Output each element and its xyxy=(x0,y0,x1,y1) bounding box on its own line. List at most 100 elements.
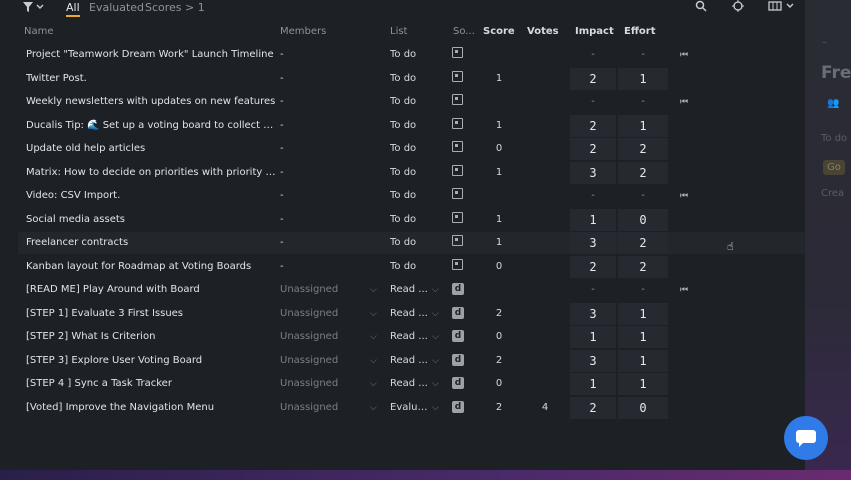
col-votes[interactable]: Votes xyxy=(527,26,559,37)
row-members[interactable]: Unassigned xyxy=(280,279,380,301)
row-list[interactable]: To do xyxy=(390,232,430,254)
row-effort[interactable]: - xyxy=(618,44,668,66)
table-row[interactable]: Project "Teamwork Dream Work" Launch Tim… xyxy=(18,44,805,66)
crosshair-icon[interactable] xyxy=(732,0,744,15)
row-list[interactable]: To do xyxy=(390,68,430,90)
row-effort[interactable]: 1 xyxy=(618,373,668,395)
chat-icon[interactable] xyxy=(784,416,828,460)
row-list[interactable]: Read ... xyxy=(390,373,430,395)
search-icon[interactable] xyxy=(695,0,707,15)
row-name[interactable]: [STEP 1] Evaluate 3 First Issues xyxy=(26,303,276,325)
row-members[interactable]: - xyxy=(280,68,380,90)
row-impact[interactable]: 2 xyxy=(570,255,616,278)
table-row[interactable]: Matrix: How to decide on priorities with… xyxy=(18,161,805,184)
chevron-down-icon[interactable]: ⌵ xyxy=(432,350,442,372)
row-name[interactable]: [STEP 4 ] Sync a Task Tracker xyxy=(26,373,276,395)
row-members[interactable]: Unassigned xyxy=(280,350,380,372)
row-members[interactable]: - xyxy=(280,162,380,184)
row-list[interactable]: To do xyxy=(390,138,430,160)
row-name[interactable]: Project "Teamwork Dream Work" Launch Tim… xyxy=(26,44,276,66)
row-effort[interactable]: 1 xyxy=(618,114,668,137)
row-members[interactable]: - xyxy=(280,44,380,66)
chevron-down-icon[interactable]: ⌵ xyxy=(370,326,382,348)
tab-evaluated[interactable]: Evaluated xyxy=(89,1,144,14)
row-list[interactable]: To do xyxy=(390,185,430,207)
row-name[interactable]: Twitter Post. xyxy=(26,68,276,90)
row-list[interactable]: To do xyxy=(390,209,430,231)
row-impact[interactable]: 3 xyxy=(570,302,616,325)
table-row[interactable]: Social media assets - To do 1 1 0 xyxy=(18,208,805,231)
row-impact[interactable]: 2 xyxy=(570,396,616,419)
row-impact[interactable]: 3 xyxy=(570,232,616,254)
row-members[interactable]: Unassigned xyxy=(280,373,380,395)
chevron-down-icon[interactable]: ⌵ xyxy=(432,326,442,348)
skip-back-icon[interactable]: ⏮ xyxy=(680,44,696,66)
row-impact[interactable]: 1 xyxy=(570,373,616,395)
skip-back-icon[interactable]: ⏮ xyxy=(680,185,696,207)
row-members[interactable]: Unassigned xyxy=(280,397,380,419)
row-effort[interactable]: 2 xyxy=(618,255,668,278)
table-row[interactable]: Update old help articles - To do 0 2 2 xyxy=(18,138,805,160)
row-members[interactable]: - xyxy=(280,115,380,137)
row-members[interactable]: Unassigned xyxy=(280,326,380,348)
table-row[interactable]: Freelancer contracts - To do 1 3 2 xyxy=(18,232,805,254)
table-row[interactable]: [STEP 2] What Is Criterion Unassigned ⌵ Rea… xyxy=(18,326,805,348)
row-members[interactable]: - xyxy=(280,232,380,254)
row-name[interactable]: Matrix: How to decide on priorities with… xyxy=(26,162,276,184)
row-members[interactable]: - xyxy=(280,185,380,207)
chevron-down-icon[interactable]: ⌵ xyxy=(432,303,442,325)
col-list[interactable]: List xyxy=(390,26,407,37)
row-name[interactable]: [READ ME] Play Around with Board xyxy=(26,279,276,301)
row-list[interactable]: To do xyxy=(390,44,430,66)
row-members[interactable]: - xyxy=(280,256,380,278)
row-impact[interactable]: 2 xyxy=(570,138,616,160)
row-name[interactable]: Freelancer contracts xyxy=(26,232,276,254)
row-members[interactable]: - xyxy=(280,138,380,160)
table-row[interactable]: [STEP 1] Evaluate 3 First Issues Unassign… xyxy=(18,302,805,325)
chevron-down-icon[interactable]: ⌵ xyxy=(370,397,382,419)
chevron-down-icon[interactable]: ⌵ xyxy=(432,373,442,395)
row-name[interactable]: Social media assets xyxy=(26,209,276,231)
chevron-down-icon[interactable]: ⌵ xyxy=(370,350,382,372)
row-list[interactable]: Read ... xyxy=(390,279,430,301)
col-members[interactable]: Members xyxy=(280,26,326,37)
row-impact[interactable]: - xyxy=(570,91,616,113)
table-row[interactable]: [Voted] Improve the Navigation Menu Unass… xyxy=(18,396,805,419)
col-source[interactable]: So... xyxy=(453,26,475,37)
row-effort[interactable]: 2 xyxy=(618,232,668,254)
row-impact[interactable]: 3 xyxy=(570,349,616,372)
chevron-down-icon[interactable]: ⌵ xyxy=(432,397,442,419)
row-list[interactable]: Read ... xyxy=(390,326,430,348)
table-row[interactable]: Kanban layout for Roadmap at Voting Boar… xyxy=(18,255,805,278)
row-list[interactable]: To do xyxy=(390,162,430,184)
row-name[interactable]: Update old help articles xyxy=(26,138,276,160)
columns-icon[interactable] xyxy=(768,0,796,15)
row-members[interactable]: - xyxy=(280,209,380,231)
row-effort[interactable]: 1 xyxy=(618,302,668,325)
row-members[interactable]: Unassigned xyxy=(280,303,380,325)
row-list[interactable]: To do xyxy=(390,91,430,113)
row-name[interactable]: Video: CSV Import. xyxy=(26,185,276,207)
tab-scores[interactable]: Scores > 1 xyxy=(145,1,205,14)
row-name[interactable]: [STEP 3] Explore User Voting Board xyxy=(26,350,276,372)
row-impact[interactable]: 1 xyxy=(570,208,616,231)
row-name[interactable]: Kanban layout for Roadmap at Voting Boar… xyxy=(26,256,276,278)
table-row[interactable]: Ducalis Tip: 🌊 Set up a voting board to … xyxy=(18,114,805,137)
row-name[interactable]: Ducalis Tip: 🌊 Set up a voting board to … xyxy=(26,115,276,137)
row-impact[interactable]: 2 xyxy=(570,67,616,90)
row-members[interactable]: - xyxy=(280,91,380,113)
chevron-down-icon[interactable]: ⌵ xyxy=(432,279,442,301)
row-name[interactable]: [Voted] Improve the Navigation Menu xyxy=(26,397,276,419)
row-impact[interactable]: - xyxy=(570,279,616,301)
row-list[interactable]: To do xyxy=(390,256,430,278)
table-row[interactable]: [STEP 3] Explore User Voting Board Unassi… xyxy=(18,349,805,372)
row-list[interactable]: Read ... xyxy=(390,303,430,325)
table-row[interactable]: Twitter Post. - To do 1 2 1 xyxy=(18,67,805,90)
row-impact[interactable]: - xyxy=(570,44,616,66)
table-row[interactable]: [STEP 4 ] Sync a Task Tracker Unassigned ⌵… xyxy=(18,373,805,395)
row-effort[interactable]: - xyxy=(618,91,668,113)
row-impact[interactable]: 3 xyxy=(570,161,616,184)
table-row[interactable]: [READ ME] Play Around with Board Unassign… xyxy=(18,279,805,301)
col-score[interactable]: Score xyxy=(483,26,515,37)
skip-back-icon[interactable]: ⏮ xyxy=(680,279,696,301)
